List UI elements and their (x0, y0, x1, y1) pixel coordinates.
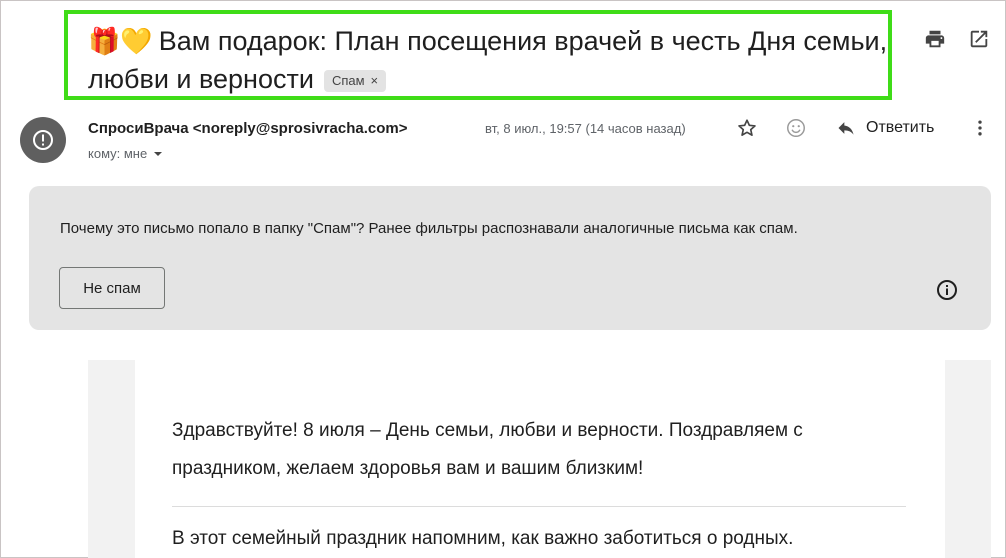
spam-warning-panel: Почему это письмо попало в папку "Спам"?… (29, 186, 991, 330)
spam-warning-text: Почему это письмо попало в папку "Спам"?… (60, 220, 798, 237)
subject-text: Вам подарок: План посещения врачей в чес… (88, 26, 888, 94)
spam-label-chip[interactable]: Спам × (323, 69, 387, 92)
open-new-window-button[interactable] (966, 26, 992, 52)
info-icon[interactable] (935, 278, 959, 302)
spam-warning-reason: Ранее фильтры распознавали аналогичные п… (364, 220, 798, 237)
printer-icon (925, 30, 945, 48)
recipient-dropdown[interactable]: кому: мне (88, 146, 163, 161)
sender-avatar[interactable] (20, 117, 66, 163)
sender-name: СпросиВрача (88, 120, 189, 137)
more-vert-icon (978, 120, 982, 136)
not-spam-button[interactable]: Не спам (59, 267, 165, 309)
caret-down-icon (154, 151, 163, 156)
recipient-text: кому: мне (88, 146, 148, 161)
remove-label-icon[interactable]: × (371, 73, 379, 88)
body-paragraph-1-line-1: Здравствуйте! 8 июля – День семьи, любви… (172, 420, 803, 441)
warning-icon (33, 130, 53, 150)
open-in-new-icon (970, 30, 988, 48)
print-all-button[interactable] (922, 26, 948, 52)
star-icon (738, 119, 756, 136)
star-button[interactable] (735, 116, 759, 140)
email-subject: 🎁💛 Вам подарок: План посещения врачей в ч… (88, 22, 888, 98)
body-paragraph-1-line-2: праздником, желаем здоровья вам и вашим … (172, 458, 644, 479)
email-date: вт, 8 июл., 19:57 (14 часов назад) (485, 121, 686, 136)
spam-label-text: Спам (331, 72, 365, 88)
spam-warning-question: Почему это письмо попало в папку "Спам"? (60, 220, 365, 237)
reply-icon (838, 122, 854, 135)
sender-info[interactable]: СпросиВрача <noreply@sprosivracha.com> (88, 120, 408, 138)
body-divider (172, 506, 906, 507)
reply-label: Ответить (866, 119, 935, 136)
add-reaction-button[interactable] (784, 116, 808, 140)
reply-button[interactable]: Ответить (836, 116, 934, 140)
more-options-button[interactable] (968, 116, 992, 140)
body-paragraph-2-line-1: В этот семейный праздник напомним, как в… (172, 528, 794, 549)
emoji-icon (787, 119, 805, 137)
gift-heart-emoji: 🎁💛 (88, 26, 153, 56)
sender-email: <noreply@sprosivracha.com> (192, 120, 408, 137)
